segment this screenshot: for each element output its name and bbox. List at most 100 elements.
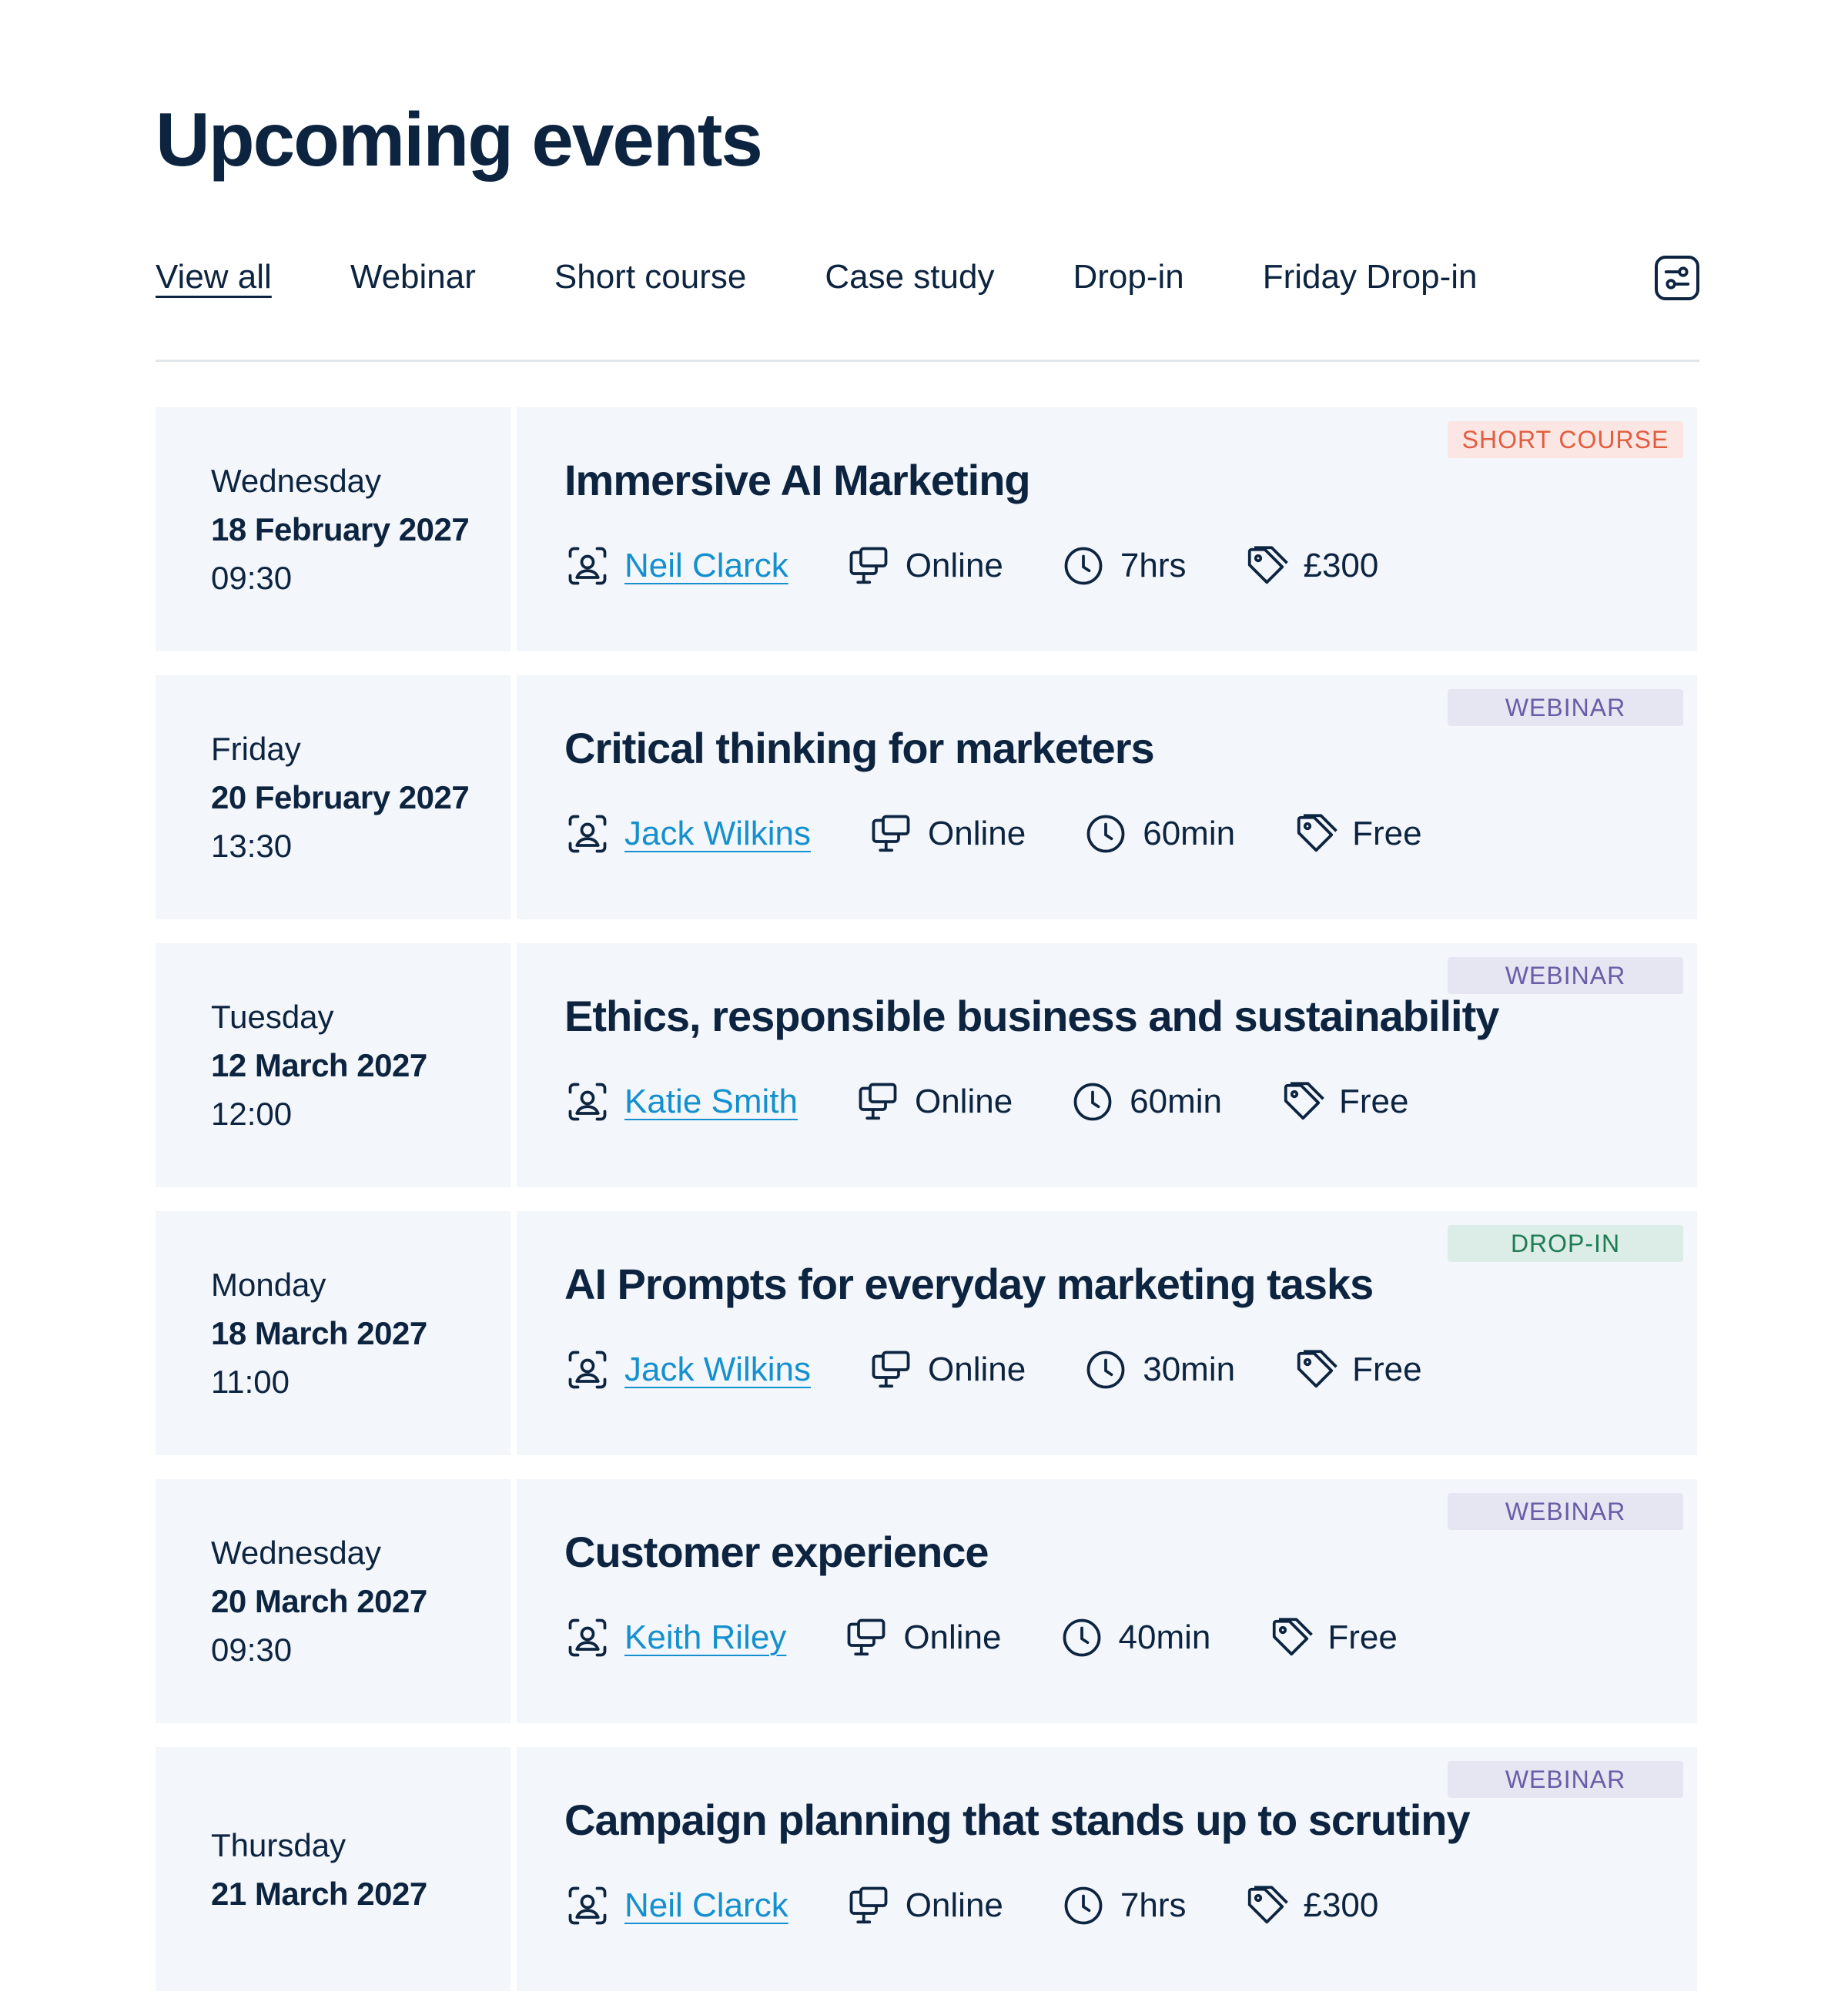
event-meta: Neil Clarck Online 7hrs £300 xyxy=(564,1883,1435,1929)
event-info-panel: WEBINAR Ethics, responsible business and… xyxy=(517,943,1697,1187)
event-time: 09:30 xyxy=(211,560,293,596)
event-time: 13:30 xyxy=(211,828,293,864)
presenter-link[interactable]: Neil Clarck xyxy=(624,1886,788,1925)
tab-view-all[interactable]: View all xyxy=(156,249,272,305)
event-time: 11:00 xyxy=(211,1364,290,1400)
event-card[interactable]: Monday 18 March 2027 11:00 DROP-IN AI Pr… xyxy=(156,1211,1697,1455)
monitor-icon xyxy=(859,1083,897,1120)
price-meta: £300 xyxy=(1243,1883,1378,1929)
person-icon xyxy=(568,547,607,585)
event-title[interactable]: Customer experience xyxy=(564,1527,989,1577)
person-icon xyxy=(568,1351,607,1389)
location-meta: Online xyxy=(845,1883,1003,1929)
price-tag-icon xyxy=(1297,1350,1337,1388)
clock-icon xyxy=(1064,1886,1103,1925)
event-card[interactable]: Thursday 21 March 2027 WEBINAR Campaign … xyxy=(156,1747,1697,1991)
duration-meta: 60min xyxy=(1070,1079,1222,1125)
event-date: 20 March 2027 xyxy=(211,1583,427,1619)
event-info-panel: WEBINAR Customer experience Keith Riley … xyxy=(517,1479,1697,1723)
event-date: 20 February 2027 xyxy=(211,779,470,815)
filter-button[interactable] xyxy=(1655,256,1699,300)
event-list: Wednesday 18 February 2027 09:30 SHORT C… xyxy=(156,407,1697,2015)
event-info-panel: DROP-IN AI Prompts for everyday marketin… xyxy=(517,1211,1697,1455)
event-date-panel: Wednesday 20 March 2027 09:30 xyxy=(156,1479,511,1723)
event-card[interactable]: Wednesday 20 March 2027 09:30 WEBINAR Cu… xyxy=(156,1479,1697,1723)
tab-friday-drop-in[interactable]: Friday Drop-in xyxy=(1263,249,1478,305)
price-text: Free xyxy=(1352,1351,1422,1388)
event-date-panel: Monday 18 March 2027 11:00 xyxy=(156,1211,511,1455)
presenter-link[interactable]: Keith Riley xyxy=(624,1618,786,1657)
event-day: Thursday xyxy=(211,1826,346,1863)
duration-text: 40min xyxy=(1118,1618,1211,1656)
clock-icon xyxy=(1086,815,1125,853)
event-day: Wednesday xyxy=(211,463,382,499)
location-meta: Online xyxy=(868,811,1026,857)
person-icon xyxy=(568,1618,607,1657)
presenter-meta: Jack Wilkins xyxy=(564,1347,811,1393)
price-meta: Free xyxy=(1292,811,1422,857)
tab-case-study[interactable]: Case study xyxy=(825,249,994,305)
price-tag-icon xyxy=(1248,546,1289,584)
tab-webinar[interactable]: Webinar xyxy=(350,249,476,305)
event-day: Friday xyxy=(211,731,301,767)
event-time: 12:00 xyxy=(211,1096,293,1132)
event-title[interactable]: AI Prompts for everyday marketing tasks xyxy=(564,1259,1374,1309)
event-type-badge: WEBINAR xyxy=(1448,689,1683,726)
clock-icon xyxy=(1073,1083,1112,1121)
event-type-badge: DROP-IN xyxy=(1448,1225,1683,1262)
location-meta: Online xyxy=(845,543,1003,589)
event-title[interactable]: Immersive AI Marketing xyxy=(564,455,1031,505)
duration-meta: 60min xyxy=(1083,811,1235,857)
event-date: 12 March 2027 xyxy=(211,1047,427,1083)
location-meta: Online xyxy=(843,1615,1002,1661)
event-title[interactable]: Ethics, responsible business and sustain… xyxy=(564,991,1499,1041)
location-text: Online xyxy=(928,815,1026,852)
price-tag-icon xyxy=(1248,1886,1289,1924)
event-card[interactable]: Wednesday 18 February 2027 09:30 SHORT C… xyxy=(156,407,1697,651)
person-icon xyxy=(568,1886,607,1925)
price-text: Free xyxy=(1352,815,1422,852)
event-date: 21 March 2027 xyxy=(211,1875,427,1912)
event-title[interactable]: Campaign planning that stands up to scru… xyxy=(564,1795,1471,1845)
event-card[interactable]: Friday 20 February 2027 13:30 WEBINAR Cr… xyxy=(156,675,1697,919)
event-meta: Neil Clarck Online 7hrs £300 xyxy=(564,543,1435,589)
event-type-tabs: View all Webinar Short course Case study… xyxy=(156,249,1699,305)
presenter-link[interactable]: Katie Smith xyxy=(624,1083,798,1121)
event-card[interactable]: Tuesday 12 March 2027 12:00 WEBINAR Ethi… xyxy=(156,943,1697,1187)
event-time: 09:30 xyxy=(211,1632,293,1668)
monitor-icon xyxy=(849,1886,888,1924)
event-day: Tuesday xyxy=(211,999,334,1035)
event-meta: Keith Riley Online 40min Free xyxy=(564,1615,1455,1661)
price-text: Free xyxy=(1339,1083,1409,1120)
page-title: Upcoming events xyxy=(156,97,763,182)
clock-icon xyxy=(1064,547,1103,585)
location-meta: Online xyxy=(855,1079,1013,1125)
monitor-icon xyxy=(872,1351,910,1388)
price-tag-icon xyxy=(1284,1082,1324,1120)
event-title[interactable]: Critical thinking for marketers xyxy=(564,723,1155,773)
clock-icon xyxy=(1063,1618,1100,1657)
person-icon xyxy=(568,1083,607,1121)
event-type-badge: WEBINAR xyxy=(1448,1761,1683,1798)
presenter-link[interactable]: Jack Wilkins xyxy=(624,1351,811,1389)
clock-icon xyxy=(1086,1351,1125,1389)
event-info-panel: WEBINAR Critical thinking for marketers … xyxy=(517,675,1697,919)
tab-drop-in[interactable]: Drop-in xyxy=(1073,249,1183,305)
divider xyxy=(156,360,1699,362)
duration-meta: 7hrs xyxy=(1060,543,1186,589)
presenter-meta: Jack Wilkins xyxy=(564,811,811,857)
presenter-link[interactable]: Neil Clarck xyxy=(624,547,788,585)
tab-short-course[interactable]: Short course xyxy=(554,249,746,305)
monitor-icon xyxy=(849,547,888,584)
event-type-badge: WEBINAR xyxy=(1448,1493,1683,1530)
location-meta: Online xyxy=(868,1347,1026,1393)
event-date-panel: Wednesday 18 February 2027 09:30 xyxy=(156,407,511,651)
event-date-panel: Thursday 21 March 2027 xyxy=(156,1747,511,1991)
presenter-meta: Keith Riley xyxy=(564,1615,786,1661)
presenter-meta: Neil Clarck xyxy=(564,543,788,589)
event-date: 18 March 2027 xyxy=(211,1315,427,1351)
event-date-panel: Friday 20 February 2027 13:30 xyxy=(156,675,511,919)
presenter-link[interactable]: Jack Wilkins xyxy=(624,815,811,853)
event-info-panel: WEBINAR Campaign planning that stands up… xyxy=(517,1747,1697,1991)
duration-meta: 30min xyxy=(1083,1347,1235,1393)
